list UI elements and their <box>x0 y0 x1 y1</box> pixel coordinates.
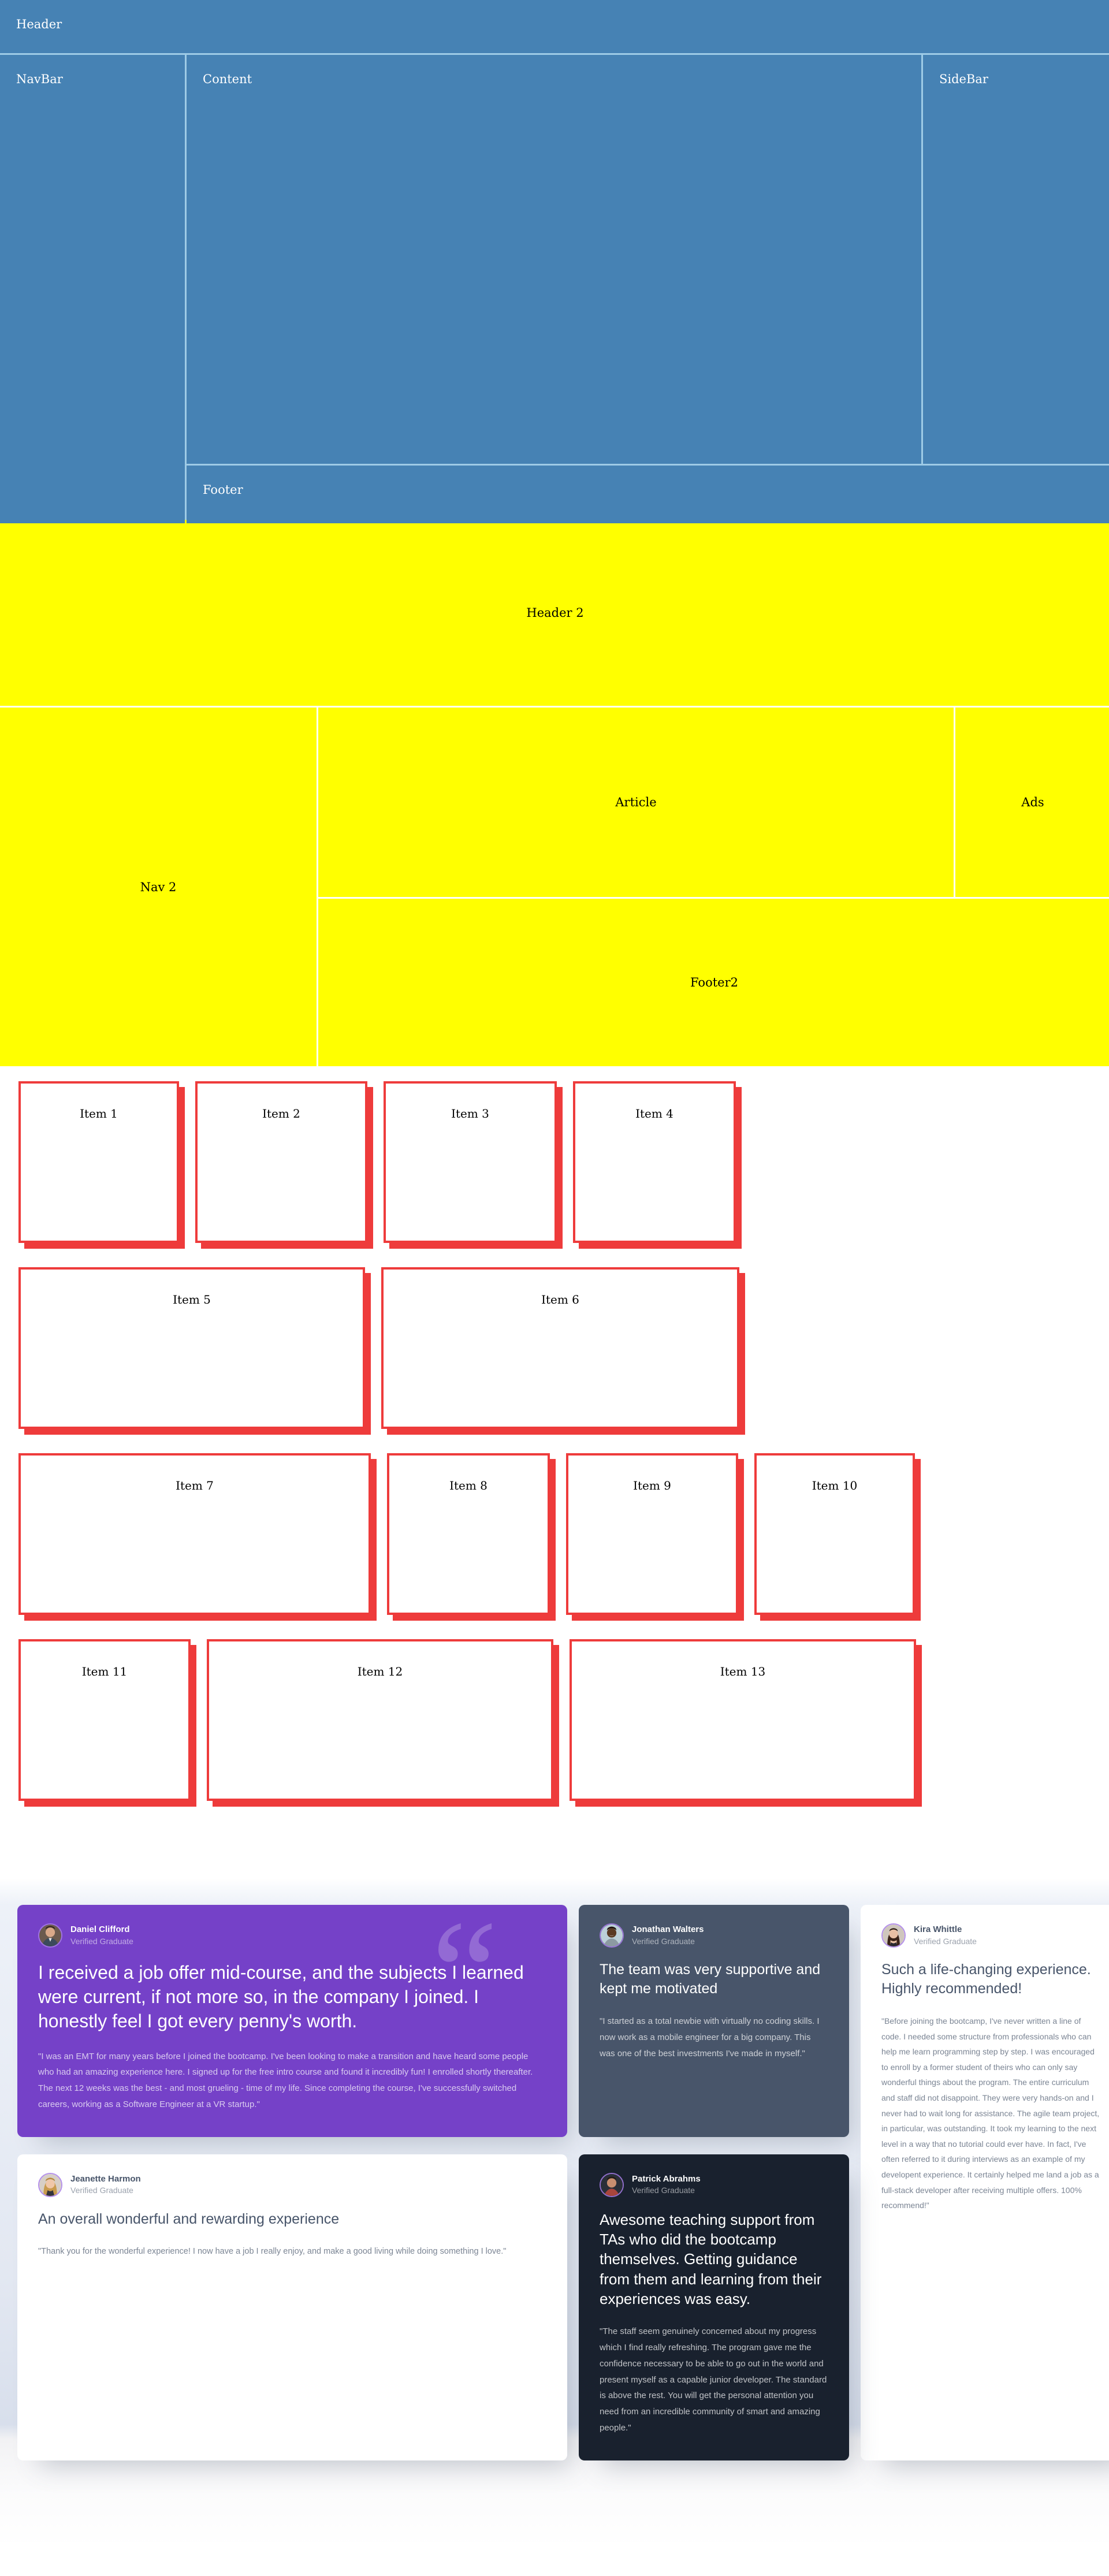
testimonial-author-block: Kira Whittle Verified Graduate <box>881 1923 1100 1948</box>
blue-navbar-label: NavBar <box>16 72 63 86</box>
blue-content-cell: Content <box>187 55 921 464</box>
flex-item[interactable]: Item 13 <box>570 1639 916 1801</box>
testimonial-quote: "The staff seem genuinely concerned abou… <box>600 2326 827 2433</box>
avatar <box>600 1923 624 1948</box>
avatar <box>881 1923 906 1948</box>
author-name: Kira Whittle <box>914 1924 962 1935</box>
blue-header-cell: Header <box>0 0 1109 53</box>
avatar <box>38 1923 62 1948</box>
flex-item[interactable]: Item 4 <box>573 1081 736 1243</box>
testimonial-card-patrick-abrahms[interactable]: Patrick Abrahms Verified Graduate Awesom… <box>579 2154 849 2460</box>
blue-grid-layout: Header NavBar Content SideBar Footer <box>0 0 1109 523</box>
author-role: Verified Graduate <box>70 1936 133 1946</box>
testimonial-quote: "I started as a total newbie with virtua… <box>600 2016 820 2058</box>
yellow-nav-label: Nav 2 <box>140 880 177 894</box>
testimonial-quote: "Thank you for the wonderful experience!… <box>38 2246 507 2256</box>
blue-footer-cell: Footer <box>187 466 1109 523</box>
blue-header-label: Header <box>16 17 62 31</box>
flex-item[interactable]: Item 10 <box>754 1453 915 1615</box>
testimonial-headline: I received a job offer mid-course, and t… <box>38 1962 524 2032</box>
flex-item-label: Item 1 <box>80 1107 118 1121</box>
testimonials-section: “ Daniel Clifford Verified Graduate I re… <box>0 1870 1109 2576</box>
author-meta: Jeanette Harmon Verified Graduate <box>70 2173 141 2196</box>
testimonial-author-block: Jeanette Harmon Verified Graduate <box>38 2172 546 2197</box>
testimonial-author-block: Jonathan Walters Verified Graduate <box>600 1923 828 1948</box>
flex-item[interactable]: Item 11 <box>18 1639 191 1801</box>
testimonial-quote: "I was an EMT for many years before I jo… <box>38 2051 533 2109</box>
flex-item-label: Item 3 <box>451 1107 489 1121</box>
flex-item-label: Item 4 <box>635 1107 673 1121</box>
testimonial-card-jeanette-harmon[interactable]: Jeanette Harmon Verified Graduate An ove… <box>17 2154 567 2460</box>
testimonial-author-block: Patrick Abrahms Verified Graduate <box>600 2172 828 2197</box>
author-meta: Jonathan Walters Verified Graduate <box>632 1924 704 1946</box>
flex-item[interactable]: Item 1 <box>18 1081 179 1243</box>
testimonial-card-daniel-clifford[interactable]: “ Daniel Clifford Verified Graduate I re… <box>17 1905 567 2137</box>
author-meta: Daniel Clifford Verified Graduate <box>70 1924 133 1946</box>
author-meta: Patrick Abrahms Verified Graduate <box>632 2173 701 2196</box>
author-name: Patrick Abrahms <box>632 2174 701 2184</box>
yellow-ads-label: Ads <box>1021 795 1044 809</box>
author-role: Verified Graduate <box>632 2186 695 2195</box>
author-name: Daniel Clifford <box>70 1924 130 1935</box>
flex-item-label: Item 8 <box>449 1479 487 1492</box>
yellow-header-label: Header 2 <box>526 606 584 620</box>
testimonial-card-kira-whittle[interactable]: Kira Whittle Verified Graduate Such a li… <box>861 1905 1109 2460</box>
blue-sidebar-cell[interactable]: SideBar <box>923 55 1109 464</box>
testimonial-author-block: Daniel Clifford Verified Graduate <box>38 1923 546 1948</box>
testimonial-quote: "Before joining the bootcamp, I've never… <box>881 2016 1100 2210</box>
flex-item-label: Item 6 <box>541 1293 579 1306</box>
flex-item[interactable]: Item 7 <box>18 1453 371 1615</box>
yellow-grid-layout: Header 2 Nav 2 Article Ads Footer2 <box>0 520 1109 1066</box>
blue-sidebar-label: SideBar <box>939 72 988 86</box>
flex-item[interactable]: Item 8 <box>387 1453 550 1615</box>
flex-item-label: Item 10 <box>812 1479 858 1492</box>
blue-content-label: Content <box>203 72 252 86</box>
blue-footer-label: Footer <box>203 483 243 497</box>
yellow-ads-cell[interactable]: Ads <box>955 708 1109 897</box>
testimonial-headline: Awesome teaching support from TAs who di… <box>600 2210 822 2307</box>
testimonial-headline: The team was very supportive and kept me… <box>600 1961 821 1997</box>
author-name: Jonathan Walters <box>632 1924 704 1935</box>
yellow-article-cell: Article <box>318 708 954 897</box>
author-role: Verified Graduate <box>632 1936 695 1946</box>
flex-item[interactable]: Item 5 <box>18 1267 365 1429</box>
flex-item[interactable]: Item 9 <box>566 1453 738 1615</box>
avatar <box>600 2172 624 2197</box>
author-meta: Kira Whittle Verified Graduate <box>914 1924 977 1946</box>
yellow-header-cell: Header 2 <box>0 520 1109 706</box>
author-role: Verified Graduate <box>914 1936 977 1946</box>
blue-navbar-cell[interactable]: NavBar <box>0 55 185 523</box>
flex-item-label: Item 5 <box>173 1293 211 1306</box>
flex-item[interactable]: Item 2 <box>195 1081 367 1243</box>
testimonials-grid: “ Daniel Clifford Verified Graduate I re… <box>9 1905 1109 2460</box>
author-name: Jeanette Harmon <box>70 2174 141 2184</box>
yellow-nav-cell[interactable]: Nav 2 <box>0 708 317 1066</box>
yellow-article-label: Article <box>615 795 657 809</box>
flex-item[interactable]: Item 3 <box>384 1081 557 1243</box>
yellow-footer-cell: Footer2 <box>318 899 1109 1066</box>
flex-item-label: Item 2 <box>262 1107 300 1121</box>
testimonial-card-jonathan-walters[interactable]: Jonathan Walters Verified Graduate The t… <box>579 1905 849 2137</box>
testimonial-headline: An overall wonderful and rewarding exper… <box>38 2210 340 2227</box>
flex-item-label: Item 13 <box>720 1665 766 1678</box>
testimonial-headline: Such a life-changing experience. Highly … <box>881 1961 1091 1997</box>
author-role: Verified Graduate <box>70 2186 133 2195</box>
flex-items-container: Item 1 Item 2 Item 3 Item 4 Item 5 Item … <box>0 1063 1109 1870</box>
flex-item-label: Item 11 <box>81 1665 128 1678</box>
yellow-footer-label: Footer2 <box>690 976 738 989</box>
flex-item-label: Item 9 <box>633 1479 671 1492</box>
flex-item[interactable]: Item 6 <box>381 1267 739 1429</box>
avatar <box>38 2172 62 2197</box>
flex-item-label: Item 12 <box>357 1665 403 1678</box>
flex-item-label: Item 7 <box>176 1479 214 1492</box>
flex-item[interactable]: Item 12 <box>207 1639 553 1801</box>
